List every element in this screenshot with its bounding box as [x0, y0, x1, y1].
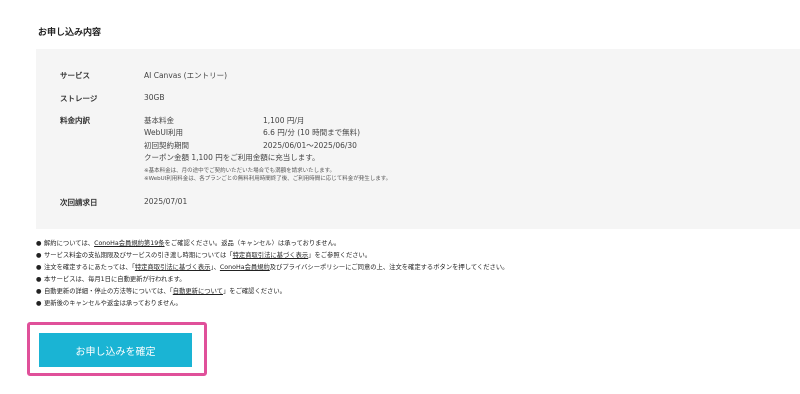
- note-text: 」、: [210, 264, 220, 271]
- bullet-icon: ●: [36, 300, 42, 307]
- bullet-icon: ●: [36, 288, 42, 295]
- fee-item-name: WebUI利用: [144, 128, 184, 137]
- note-text: をご確認ください。返品（キャンセル）は承っておりません。: [164, 240, 341, 247]
- terms-link[interactable]: ConoHa会員規約: [220, 264, 270, 271]
- service-label: サービス: [60, 71, 90, 80]
- note-text: 及びプライバシーポリシーにご同意の上、注文を確定するボタンを押してください。: [269, 264, 509, 271]
- fee-item-name: 初回契約期間: [144, 141, 189, 150]
- note-text: 本サービスは、毎月1日に自動更新が行われます。: [44, 276, 186, 283]
- storage-label: ストレージ: [60, 94, 98, 103]
- billing-value: 2025/07/01: [144, 197, 188, 206]
- fee-item-value: 6.6 円/分 (10 時間まで無料): [263, 128, 361, 137]
- note-text: 」をご参照ください。: [308, 252, 372, 259]
- fee-item-value: 2025/06/01～2025/06/30: [263, 141, 357, 150]
- fee-item-value: 1,100 円/月: [263, 116, 305, 125]
- note-item: ● 更新後のキャンセルや返金は承っておりません。: [36, 298, 182, 307]
- note-item: ● サービス料金の支払期限及びサービスの引き渡し時期については「特定商取引法に基づ…: [36, 250, 371, 259]
- fee-label: 料金内訳: [60, 116, 90, 125]
- note-item: ● 注文を確定するにあたっては、「特定商取引法に基づく表示」、ConoHa会員規約…: [36, 262, 508, 271]
- note-item: ● 本サービスは、毎月1日に自動更新が行われます。: [36, 274, 186, 283]
- bullet-icon: ●: [36, 276, 42, 283]
- fine-note: ※基本料金は、月の途中でご契約いただいた場合でも満額を請求いたします。: [144, 168, 336, 174]
- billing-label: 次回請求日: [60, 198, 98, 207]
- bullet-icon: ●: [36, 252, 42, 259]
- note-text: サービス料金の支払期限及びサービスの引き渡し時期については「: [44, 252, 233, 259]
- auto-renewal-link[interactable]: 自動更新について: [173, 288, 223, 295]
- note-text: 更新後のキャンセルや返金は承っておりません。: [44, 300, 182, 307]
- fine-note: ※WebUI利用料金は、各プランごとの無料利用時間終了後、ご利用時間に応じて料金…: [144, 176, 392, 182]
- note-item: ● 自動更新の詳細・停止の方法等については、「自動更新について」をご確認ください。: [36, 286, 286, 295]
- confirm-order-button[interactable]: お申し込みを確定: [39, 333, 192, 367]
- commercial-law-link[interactable]: 特定商取引法に基づく表示: [135, 264, 211, 271]
- note-item: ● 解約については、ConoHa会員規約第19条をご確認ください。返品（キャンセル…: [36, 238, 340, 247]
- bullet-icon: ●: [36, 240, 42, 247]
- note-text: 」をご確認ください。: [222, 288, 286, 295]
- order-summary-panel: サービス AI Canvas (エントリー) ストレージ 30GB 料金内訳 基…: [36, 49, 800, 229]
- bullet-icon: ●: [36, 264, 42, 271]
- coupon-text: クーポン金額 1,100 円をご利用金額に充当します。: [144, 153, 320, 162]
- section-title: お申し込み内容: [38, 28, 102, 38]
- storage-value: 30GB: [144, 93, 165, 102]
- fee-item-name: 基本料金: [144, 116, 174, 125]
- service-value: AI Canvas (エントリー): [144, 71, 227, 80]
- commercial-law-link[interactable]: 特定商取引法に基づく表示: [233, 252, 309, 259]
- terms-link[interactable]: ConoHa会員規約第19条: [94, 240, 164, 247]
- note-text: 解約については、: [44, 240, 95, 247]
- note-text: 注文を確定するにあたっては、「: [44, 264, 135, 271]
- note-text: 自動更新の詳細・停止の方法等については、「: [44, 288, 173, 295]
